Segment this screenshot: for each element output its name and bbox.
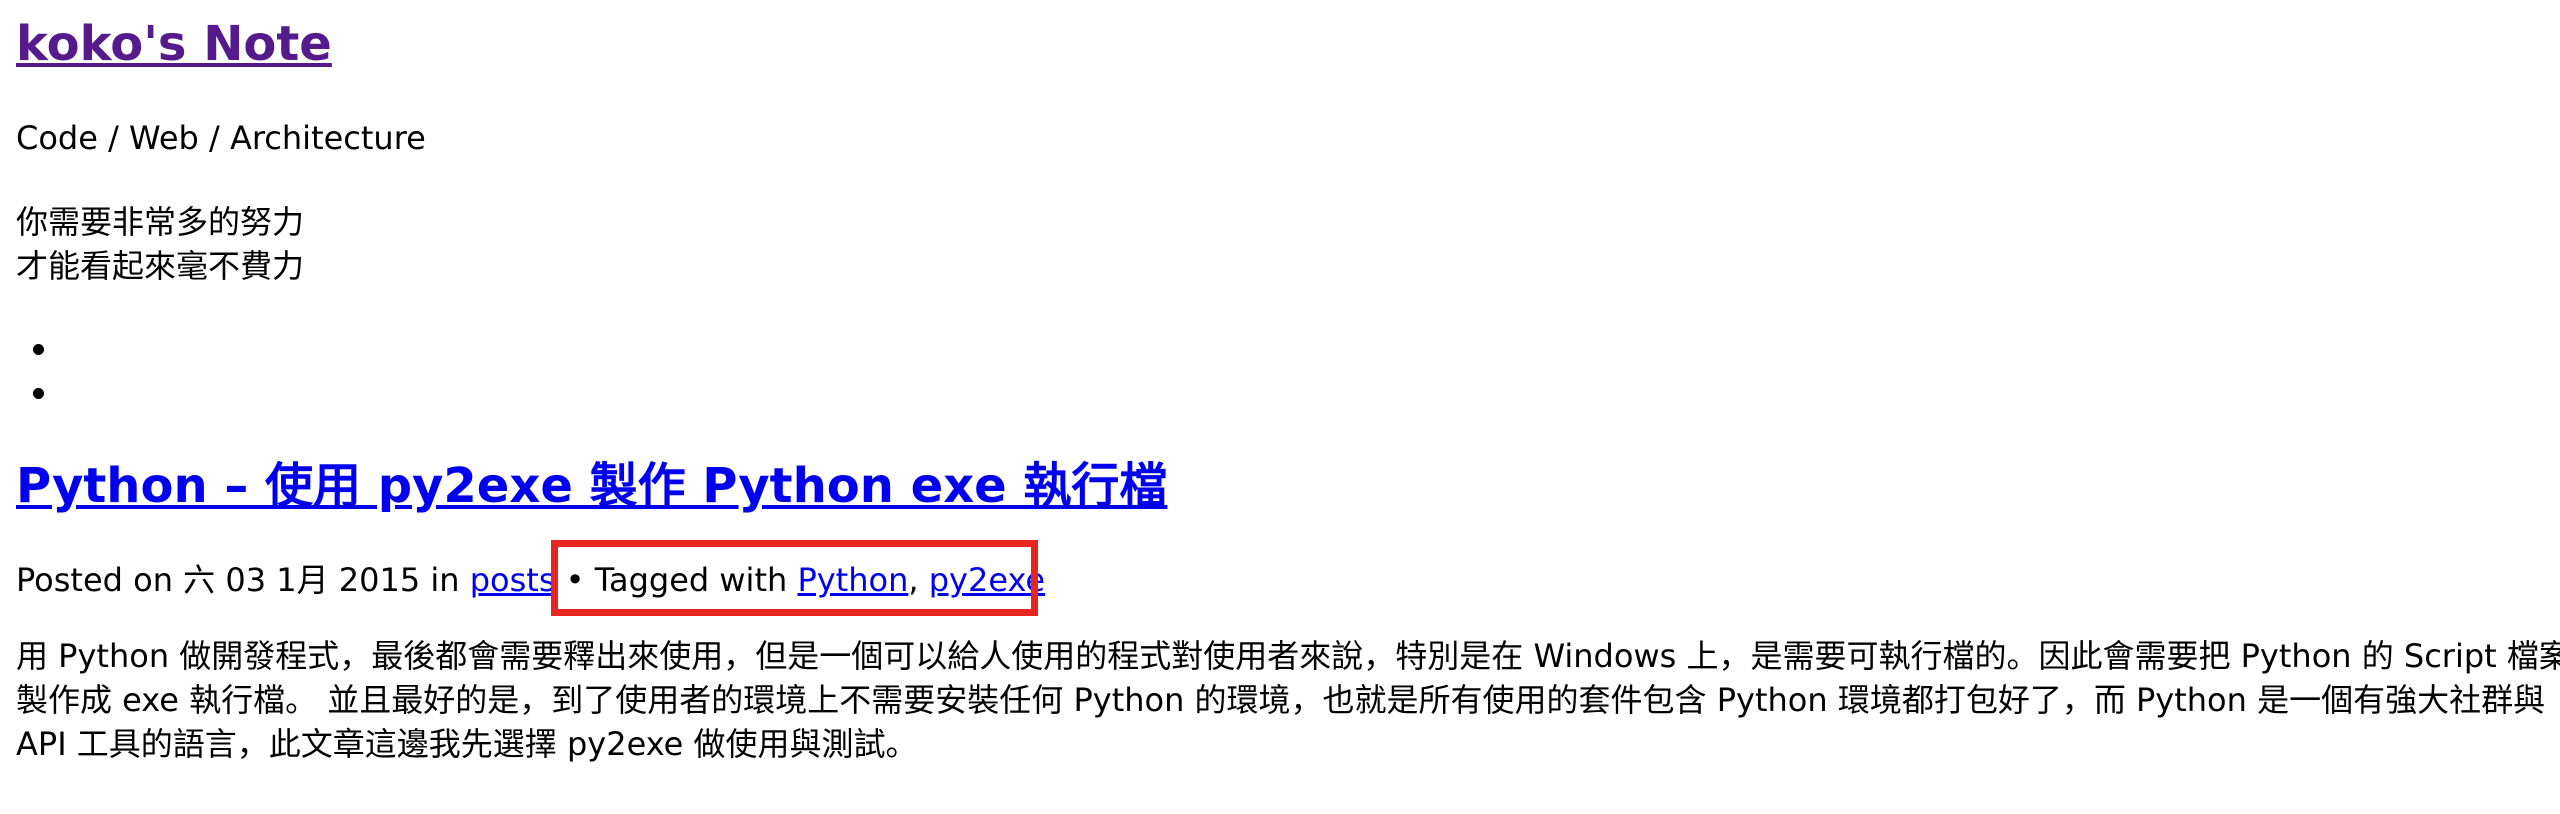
excerpt-line-3: API 工具的語言，此文章這邊我先選擇 py2exe 做使用與測試。	[16, 725, 918, 763]
nav-menu	[16, 327, 61, 415]
posted-on-label: Posted on	[16, 561, 184, 599]
site-motto: 你需要非常多的努力 才能看起來毫不費力	[16, 200, 304, 288]
tag-separator: ,	[908, 561, 929, 599]
post-title: Python – 使用 py2exe 製作 Python exe 執行檔	[16, 452, 1167, 520]
excerpt-line-1: 用 Python 做開發程式，最後都會需要釋出來使用，但是一個可以給人使用的程式…	[16, 637, 2560, 675]
site-title: koko's Note	[16, 12, 332, 76]
category-link-posts[interactable]: posts	[470, 561, 556, 599]
in-label: in	[420, 561, 470, 599]
post-meta: Posted on 六 03 1月 2015 in posts • Tagged…	[16, 556, 1045, 604]
post-excerpt: 用 Python 做開發程式，最後都會需要釋出來使用，但是一個可以給人使用的程式…	[16, 634, 2560, 766]
motto-line-2: 才能看起來毫不費力	[16, 247, 305, 285]
excerpt-line-2: 製作成 exe 執行檔。 並且最好的是，到了使用者的環境上不需要安裝任何 Pyt…	[16, 681, 2546, 719]
motto-line-1: 你需要非常多的努力	[16, 203, 305, 241]
meta-separator: •	[555, 561, 595, 599]
site-title-link[interactable]: koko's Note	[16, 16, 332, 72]
tag-link-python[interactable]: Python	[797, 561, 908, 599]
tag-link-py2exe[interactable]: py2exe	[929, 561, 1045, 599]
tagged-with-label: Tagged with	[594, 561, 798, 599]
post-date: 六 03 1月 2015	[183, 561, 421, 599]
site-tagline: Code / Web / Architecture	[16, 119, 426, 157]
post-title-link[interactable]: Python – 使用 py2exe 製作 Python exe 執行檔	[16, 458, 1167, 514]
